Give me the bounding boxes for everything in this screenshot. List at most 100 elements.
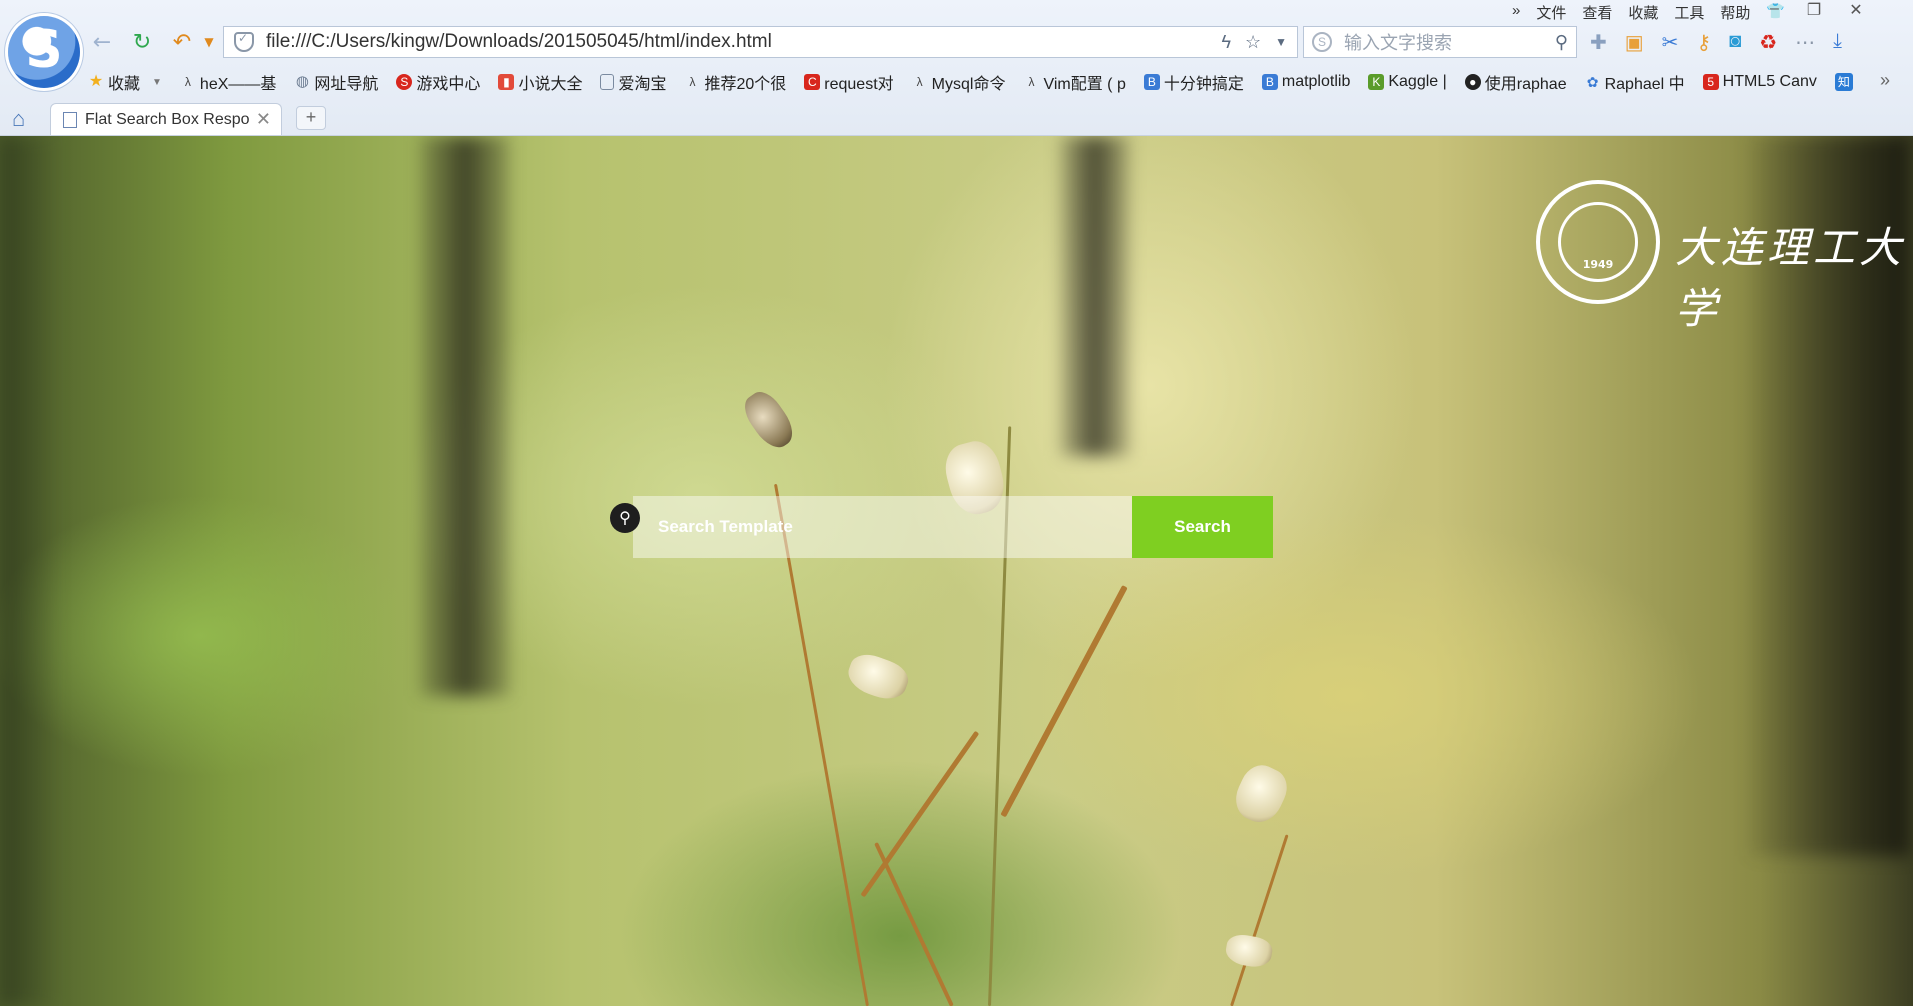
page-icon xyxy=(63,111,77,128)
emblem-year: 1949 xyxy=(1582,258,1614,271)
lambda-icon: λ xyxy=(1028,75,1035,89)
bookmark-label: request对 xyxy=(824,76,894,93)
b-icon: B xyxy=(1261,74,1278,90)
bookmark-label: 推荐20个很 xyxy=(704,76,787,93)
star-icon: ★ xyxy=(88,73,104,90)
download-icon[interactable]: ⤓ xyxy=(1833,30,1842,55)
bookmark-label: 小说大全 xyxy=(518,76,583,93)
bookmark-label: Kaggle | xyxy=(1388,73,1447,90)
search-button[interactable]: Search xyxy=(1132,496,1273,558)
bookmark-item[interactable]: K Kaggle | xyxy=(1368,73,1447,91)
background-trunk xyxy=(1060,136,1130,456)
grass-stem xyxy=(1230,834,1289,1006)
close-window-icon[interactable]: ✕ xyxy=(1849,0,1862,20)
toolbar-icons: ✚ ▣ ✂ ⚷ ◙ ♻ ⋯ ⤓ xyxy=(1590,30,1842,55)
university-emblem: 1949 xyxy=(1536,180,1660,304)
search-icon: ⚲ xyxy=(610,503,640,533)
bookmark-item[interactable]: 爱淘宝 xyxy=(600,70,666,94)
page-viewport: 1949 大连理工大学 ⚲ Search xyxy=(0,136,1913,1006)
page-icon xyxy=(600,74,615,90)
menu-tools[interactable]: 工具 xyxy=(1674,2,1704,23)
clean-icon[interactable]: ♻ xyxy=(1759,30,1777,55)
zhihu-icon: 知 xyxy=(1834,73,1853,91)
bookmark-item[interactable]: B 十分钟搞定 xyxy=(1143,70,1244,94)
grass-seedhead xyxy=(737,385,801,455)
bookmarks-more-icon[interactable]: » xyxy=(1880,70,1890,91)
menu-expand-icon[interactable]: » xyxy=(1512,2,1520,23)
bookmark-item[interactable]: 5 HTML5 Canv xyxy=(1702,73,1817,91)
extension-icon[interactable]: ✚ xyxy=(1590,30,1607,55)
bookmark-item[interactable]: λ 推荐20个很 xyxy=(684,70,786,94)
sidebar-icon[interactable]: ▣ xyxy=(1625,30,1644,55)
bookmark-item[interactable]: S 游戏中心 xyxy=(396,70,480,94)
bookmark-item[interactable]: λ heX——基 xyxy=(180,70,276,94)
game-icon: S xyxy=(396,74,413,90)
k-icon: K xyxy=(1368,74,1385,90)
grass-seedhead xyxy=(843,648,913,706)
bookmark-label: 网址导航 xyxy=(314,76,379,93)
menu-file[interactable]: 文件 xyxy=(1536,2,1566,23)
lambda-icon: λ xyxy=(184,75,191,89)
lambda-icon: λ xyxy=(916,75,923,89)
bookmark-label: 十分钟搞定 xyxy=(1163,76,1244,93)
search-placeholder[interactable]: 输入文字搜索 xyxy=(1344,29,1555,55)
bookmark-item[interactable]: 知 xyxy=(1834,73,1853,91)
search-form: ⚲ Search xyxy=(610,496,1273,558)
restore-icon[interactable]: ❐ xyxy=(1807,0,1821,20)
grass-leaf xyxy=(874,842,954,1006)
address-bar[interactable]: file:///C:/Users/kingw/Downloads/2015050… xyxy=(223,26,1298,58)
bookmark-label: 游戏中心 xyxy=(416,76,481,93)
tab-active[interactable]: Flat Search Box Respo ✕ xyxy=(50,103,282,135)
grass-seedhead xyxy=(1223,932,1275,970)
bookmark-label: HTML5 Canv xyxy=(1722,73,1817,90)
bookmark-item[interactable]: ✿ Raphael 中 xyxy=(1585,70,1685,94)
bookmark-item[interactable]: ★ 收藏 ▼ xyxy=(88,70,162,94)
search-icon[interactable]: ⚲ xyxy=(1555,32,1568,53)
bookmark-item[interactable]: λ Vim配置 ( p xyxy=(1023,70,1125,94)
search-input[interactable] xyxy=(633,496,1132,558)
undo-icon[interactable]: ↶ xyxy=(168,28,196,56)
chevron-down-icon[interactable]: ▼ xyxy=(152,77,162,88)
bookmark-item[interactable]: ▮ 小说大全 xyxy=(498,70,582,94)
bookmark-label: 收藏 xyxy=(108,76,141,93)
university-name: 大连理工大学 xyxy=(1675,223,1906,333)
browser-search-box[interactable]: S 输入文字搜索 ⚲ xyxy=(1303,26,1577,58)
lightning-icon[interactable]: ϟ xyxy=(1221,32,1231,53)
background-shadow xyxy=(0,136,60,1006)
undo-dropdown-icon[interactable]: ▼ xyxy=(195,28,223,56)
lambda-icon: λ xyxy=(689,75,696,89)
back-icon[interactable]: ← xyxy=(88,28,116,56)
bookmark-item[interactable]: λ Mysql命令 xyxy=(912,70,1006,94)
more-icon[interactable]: ⋯ xyxy=(1795,30,1815,55)
book-icon: ▮ xyxy=(498,74,515,90)
address-url[interactable]: file:///C:/Users/kingw/Downloads/2015050… xyxy=(266,31,1221,53)
bookmark-item[interactable]: Crequest对 xyxy=(804,70,894,94)
key-icon[interactable]: ⚷ xyxy=(1696,30,1711,55)
tab-title: Flat Search Box Respo xyxy=(85,110,250,128)
minimize-icon[interactable]: – xyxy=(1770,0,1779,20)
home-icon[interactable]: ⌂ xyxy=(12,106,25,132)
bookmark-label: Vim配置 ( p xyxy=(1043,76,1126,93)
globe-icon: ◍ xyxy=(295,73,309,90)
github-icon: ● xyxy=(1464,74,1481,90)
grass-leaf xyxy=(860,730,980,898)
browser-chrome: S ← ↻ ↶ ▼ file:///C:/Users/kingw/Downloa… xyxy=(0,0,1913,136)
b-icon: B xyxy=(1143,74,1160,90)
bookmark-item[interactable]: ● 使用raphae xyxy=(1464,70,1567,94)
bookmark-item[interactable]: Bmatplotlib xyxy=(1261,73,1351,91)
scissors-icon[interactable]: ✂ xyxy=(1662,30,1679,55)
grass-seedhead xyxy=(1228,758,1294,830)
translate-icon[interactable]: ◙ xyxy=(1729,30,1741,55)
menu-help[interactable]: 帮助 xyxy=(1720,2,1750,23)
refresh-icon[interactable]: ↻ xyxy=(128,28,156,56)
chevron-down-icon[interactable]: ▼ xyxy=(1275,32,1287,53)
menu-view[interactable]: 查看 xyxy=(1582,2,1612,23)
bookmarks-bar: ★ 收藏 ▼ λ heX——基 ◍ 网址导航 S 游戏中心 ▮ 小说大全 爱淘宝 λ 推荐20… xyxy=(88,68,1853,96)
bookmark-label: matplotlib xyxy=(1281,73,1351,90)
menu-favorites[interactable]: 收藏 xyxy=(1628,2,1658,23)
c-icon: C xyxy=(804,74,821,90)
close-tab-icon[interactable]: ✕ xyxy=(256,109,271,130)
bookmark-item[interactable]: ◍ 网址导航 xyxy=(294,70,379,94)
star-icon[interactable]: ☆ xyxy=(1245,32,1261,53)
new-tab-button[interactable]: + xyxy=(296,106,326,130)
